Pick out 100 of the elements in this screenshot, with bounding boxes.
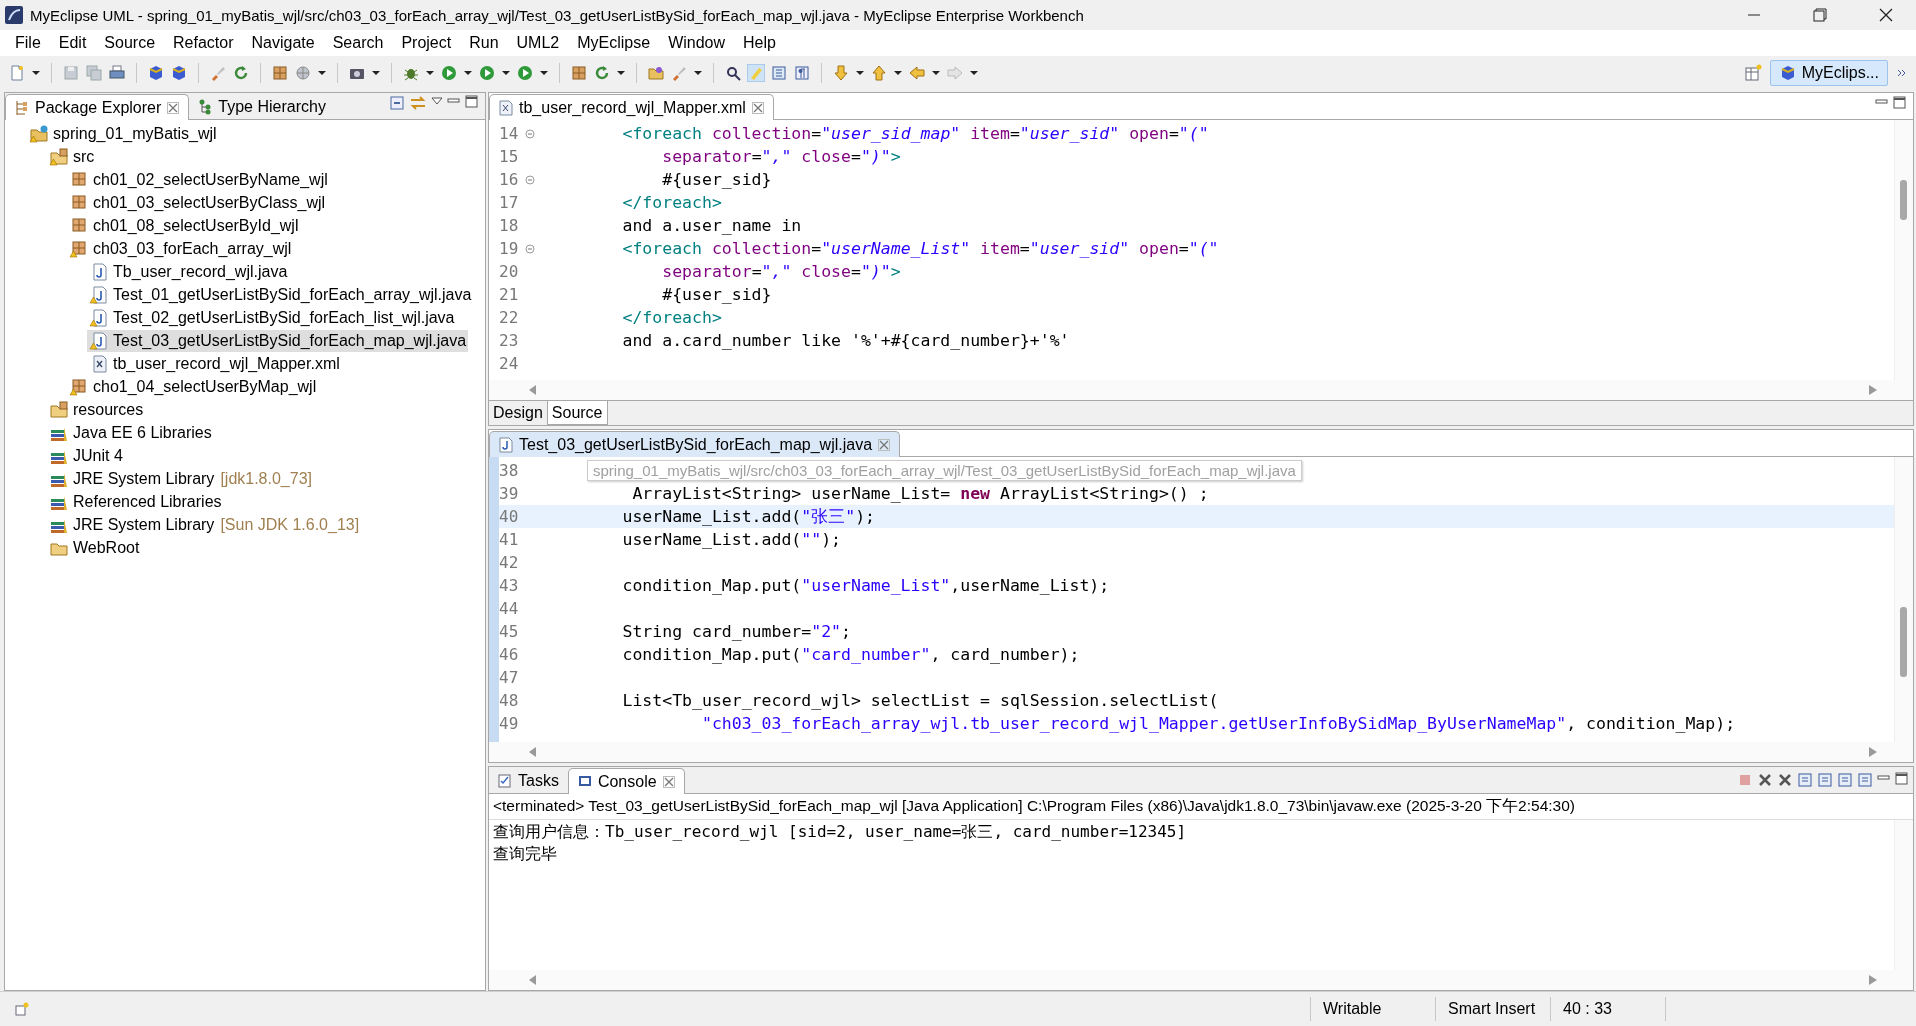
new-icon[interactable] <box>1857 772 1873 788</box>
code-line: #{user_sid} <box>661 285 772 304</box>
maximize-icon[interactable] <box>1893 96 1907 110</box>
tree-item[interactable]: Tb_user_record_wjl.java <box>87 260 290 283</box>
tab[interactable]: tb_user_record_wjl_Mapper.xml <box>489 94 774 120</box>
perspective-button[interactable]: MyEclips... <box>1769 60 1888 86</box>
tab[interactable]: Source <box>546 401 608 425</box>
cube-icon[interactable] <box>147 64 165 82</box>
vertical-scrollbar[interactable] <box>1894 120 1913 380</box>
tree-item[interactable]: ch03_03_forEach_array_wjl <box>67 237 294 260</box>
menu-item[interactable]: Help <box>734 34 785 52</box>
tree-item[interactable]: Test_02_getUserListBySid_forEach_list_wjl.java <box>87 306 457 329</box>
code-line: separator="," close=")"> <box>661 147 901 166</box>
chevron-icon[interactable] <box>1896 67 1908 79</box>
tree-item[interactable]: Test_01_getUserListBySid_forEach_array_wjl.java <box>87 283 474 306</box>
block-icon[interactable] <box>770 64 788 82</box>
tree-item[interactable]: spring_01_myBatis_wjl <box>27 122 219 145</box>
line-number: 15 <box>499 147 520 166</box>
display-icon[interactable] <box>1837 772 1853 788</box>
restore-icon[interactable] <box>1813 8 1827 22</box>
run-icon[interactable] <box>478 64 496 82</box>
tree-item[interactable]: ch01_02_selectUserByName_wjl <box>67 168 330 191</box>
tree-item[interactable]: cho1_04_selectUserByMap_wjl <box>67 375 319 398</box>
run-icon[interactable] <box>516 64 534 82</box>
remove-icon[interactable] <box>1757 772 1773 788</box>
scroll-left-icon[interactable] <box>529 747 537 757</box>
menu-item[interactable]: Run <box>460 34 508 52</box>
refresh-icon[interactable] <box>593 64 611 82</box>
paragraph-icon[interactable] <box>793 64 811 82</box>
menu-item[interactable]: MyEclipse <box>568 34 660 52</box>
tree-item[interactable]: Test_03_getUserListBySid_forEach_map_wjl.java <box>87 329 469 352</box>
java-file-icon <box>499 436 513 453</box>
tree-item[interactable]: JRE System Library <box>47 467 217 490</box>
code-line: userName_List.add(""); <box>621 530 842 549</box>
tree-item[interactable]: resources <box>47 398 146 421</box>
collapse-all-icon[interactable] <box>389 95 405 111</box>
maximize-icon[interactable] <box>1895 772 1909 786</box>
menu-item[interactable]: Project <box>392 34 461 52</box>
scroll-right-icon[interactable] <box>1869 747 1877 757</box>
tab[interactable]: Package Explorer <box>5 94 190 120</box>
remove-all-icon[interactable] <box>1777 772 1793 788</box>
package-icon[interactable] <box>570 64 588 82</box>
code-line: List<Tb_user_record_wjl> selectList = sqlSession.selectList( <box>621 691 1219 710</box>
menu-item[interactable]: Search <box>323 34 393 52</box>
fold-icon[interactable] <box>525 174 535 185</box>
tree-item[interactable]: ch01_08_selectUserById_wjl <box>67 214 301 237</box>
vertical-scrollbar[interactable] <box>1894 820 1913 970</box>
globe-icon[interactable] <box>294 64 312 82</box>
save-all-icon[interactable] <box>85 64 103 82</box>
tab[interactable]: Tasks <box>489 768 568 793</box>
console-header: <terminated> Test_03_getUserListBySid_forEach_map_wjl [Java Application] C:\Program Files (x86)\Java\jdk1.8.0_73\bin\javaw.exe (2025-3-20 下午2:54:30) <box>489 794 1913 820</box>
vertical-scrollbar[interactable] <box>1894 457 1913 742</box>
menu-item[interactable]: UML2 <box>507 34 569 52</box>
menu-item[interactable]: Window <box>659 34 735 52</box>
refresh-icon[interactable] <box>232 64 250 82</box>
cube-icon[interactable] <box>170 64 188 82</box>
fold-icon[interactable] <box>525 243 535 254</box>
menu-item[interactable]: Edit <box>49 34 96 52</box>
code-line: <foreach collection="user_sid_map" item="user_sid" open="(" <box>621 124 1209 143</box>
arrow-up-icon[interactable] <box>870 64 888 82</box>
tree-item[interactable]: Java EE 6 Libraries <box>47 421 214 444</box>
scroll-left-icon[interactable] <box>529 975 537 985</box>
menu-item[interactable]: Source <box>95 34 165 52</box>
document-icon[interactable] <box>8 64 26 82</box>
scroll-left-icon[interactable] <box>529 385 537 395</box>
run-icon[interactable] <box>440 64 458 82</box>
arrow-left-icon[interactable] <box>908 64 926 82</box>
open-perspective-icon[interactable] <box>1743 64 1762 82</box>
tree-item[interactable]: Referenced Libraries <box>47 490 224 513</box>
code-line: ArrayList<String> userName_List= new ArrayList<String>() ; <box>631 484 1209 503</box>
view-menu-icon[interactable] <box>431 95 443 107</box>
tree-item[interactable]: JRE System Library <box>47 513 217 536</box>
printer-icon[interactable] <box>108 64 126 82</box>
tab[interactable]: Test_03_getUserListBySid_forEach_map_wjl.java <box>489 431 901 457</box>
fast-view-icon[interactable] <box>14 1001 30 1017</box>
menu-item[interactable]: File <box>6 34 50 52</box>
package-icon[interactable] <box>271 64 289 82</box>
tab[interactable]: Console <box>567 768 685 794</box>
maximize-icon[interactable] <box>465 95 479 109</box>
tree-item[interactable]: ch01_03_selectUserByClass_wjl <box>67 191 328 214</box>
tree-item[interactable]: tb_user_record_wjl_Mapper.xml <box>87 352 342 375</box>
close-icon[interactable] <box>1879 8 1893 22</box>
line-number: 44 <box>499 599 520 618</box>
tree-item[interactable]: WebRoot <box>47 536 142 559</box>
menu-item[interactable]: Refactor <box>164 34 243 52</box>
tree-item[interactable]: src <box>47 145 97 168</box>
horizontal-scrollbar[interactable] <box>489 742 1913 762</box>
horizontal-scrollbar[interactable] <box>489 970 1913 990</box>
fold-icon[interactable] <box>525 128 535 139</box>
menu-item[interactable]: Navigate <box>242 34 324 52</box>
folder-icon[interactable] <box>647 64 665 82</box>
tree-item[interactable]: JUnit 4 <box>47 444 125 467</box>
tab[interactable]: Design <box>489 401 547 425</box>
arrow-down-icon[interactable] <box>832 64 850 82</box>
tab[interactable]: Type Hierarchy <box>189 94 335 119</box>
pin-icon[interactable] <box>1817 772 1833 788</box>
scroll-right-icon[interactable] <box>1869 385 1877 395</box>
search-icon[interactable] <box>724 64 742 82</box>
scroll-right-icon[interactable] <box>1869 975 1877 985</box>
horizontal-scrollbar[interactable] <box>489 380 1913 400</box>
